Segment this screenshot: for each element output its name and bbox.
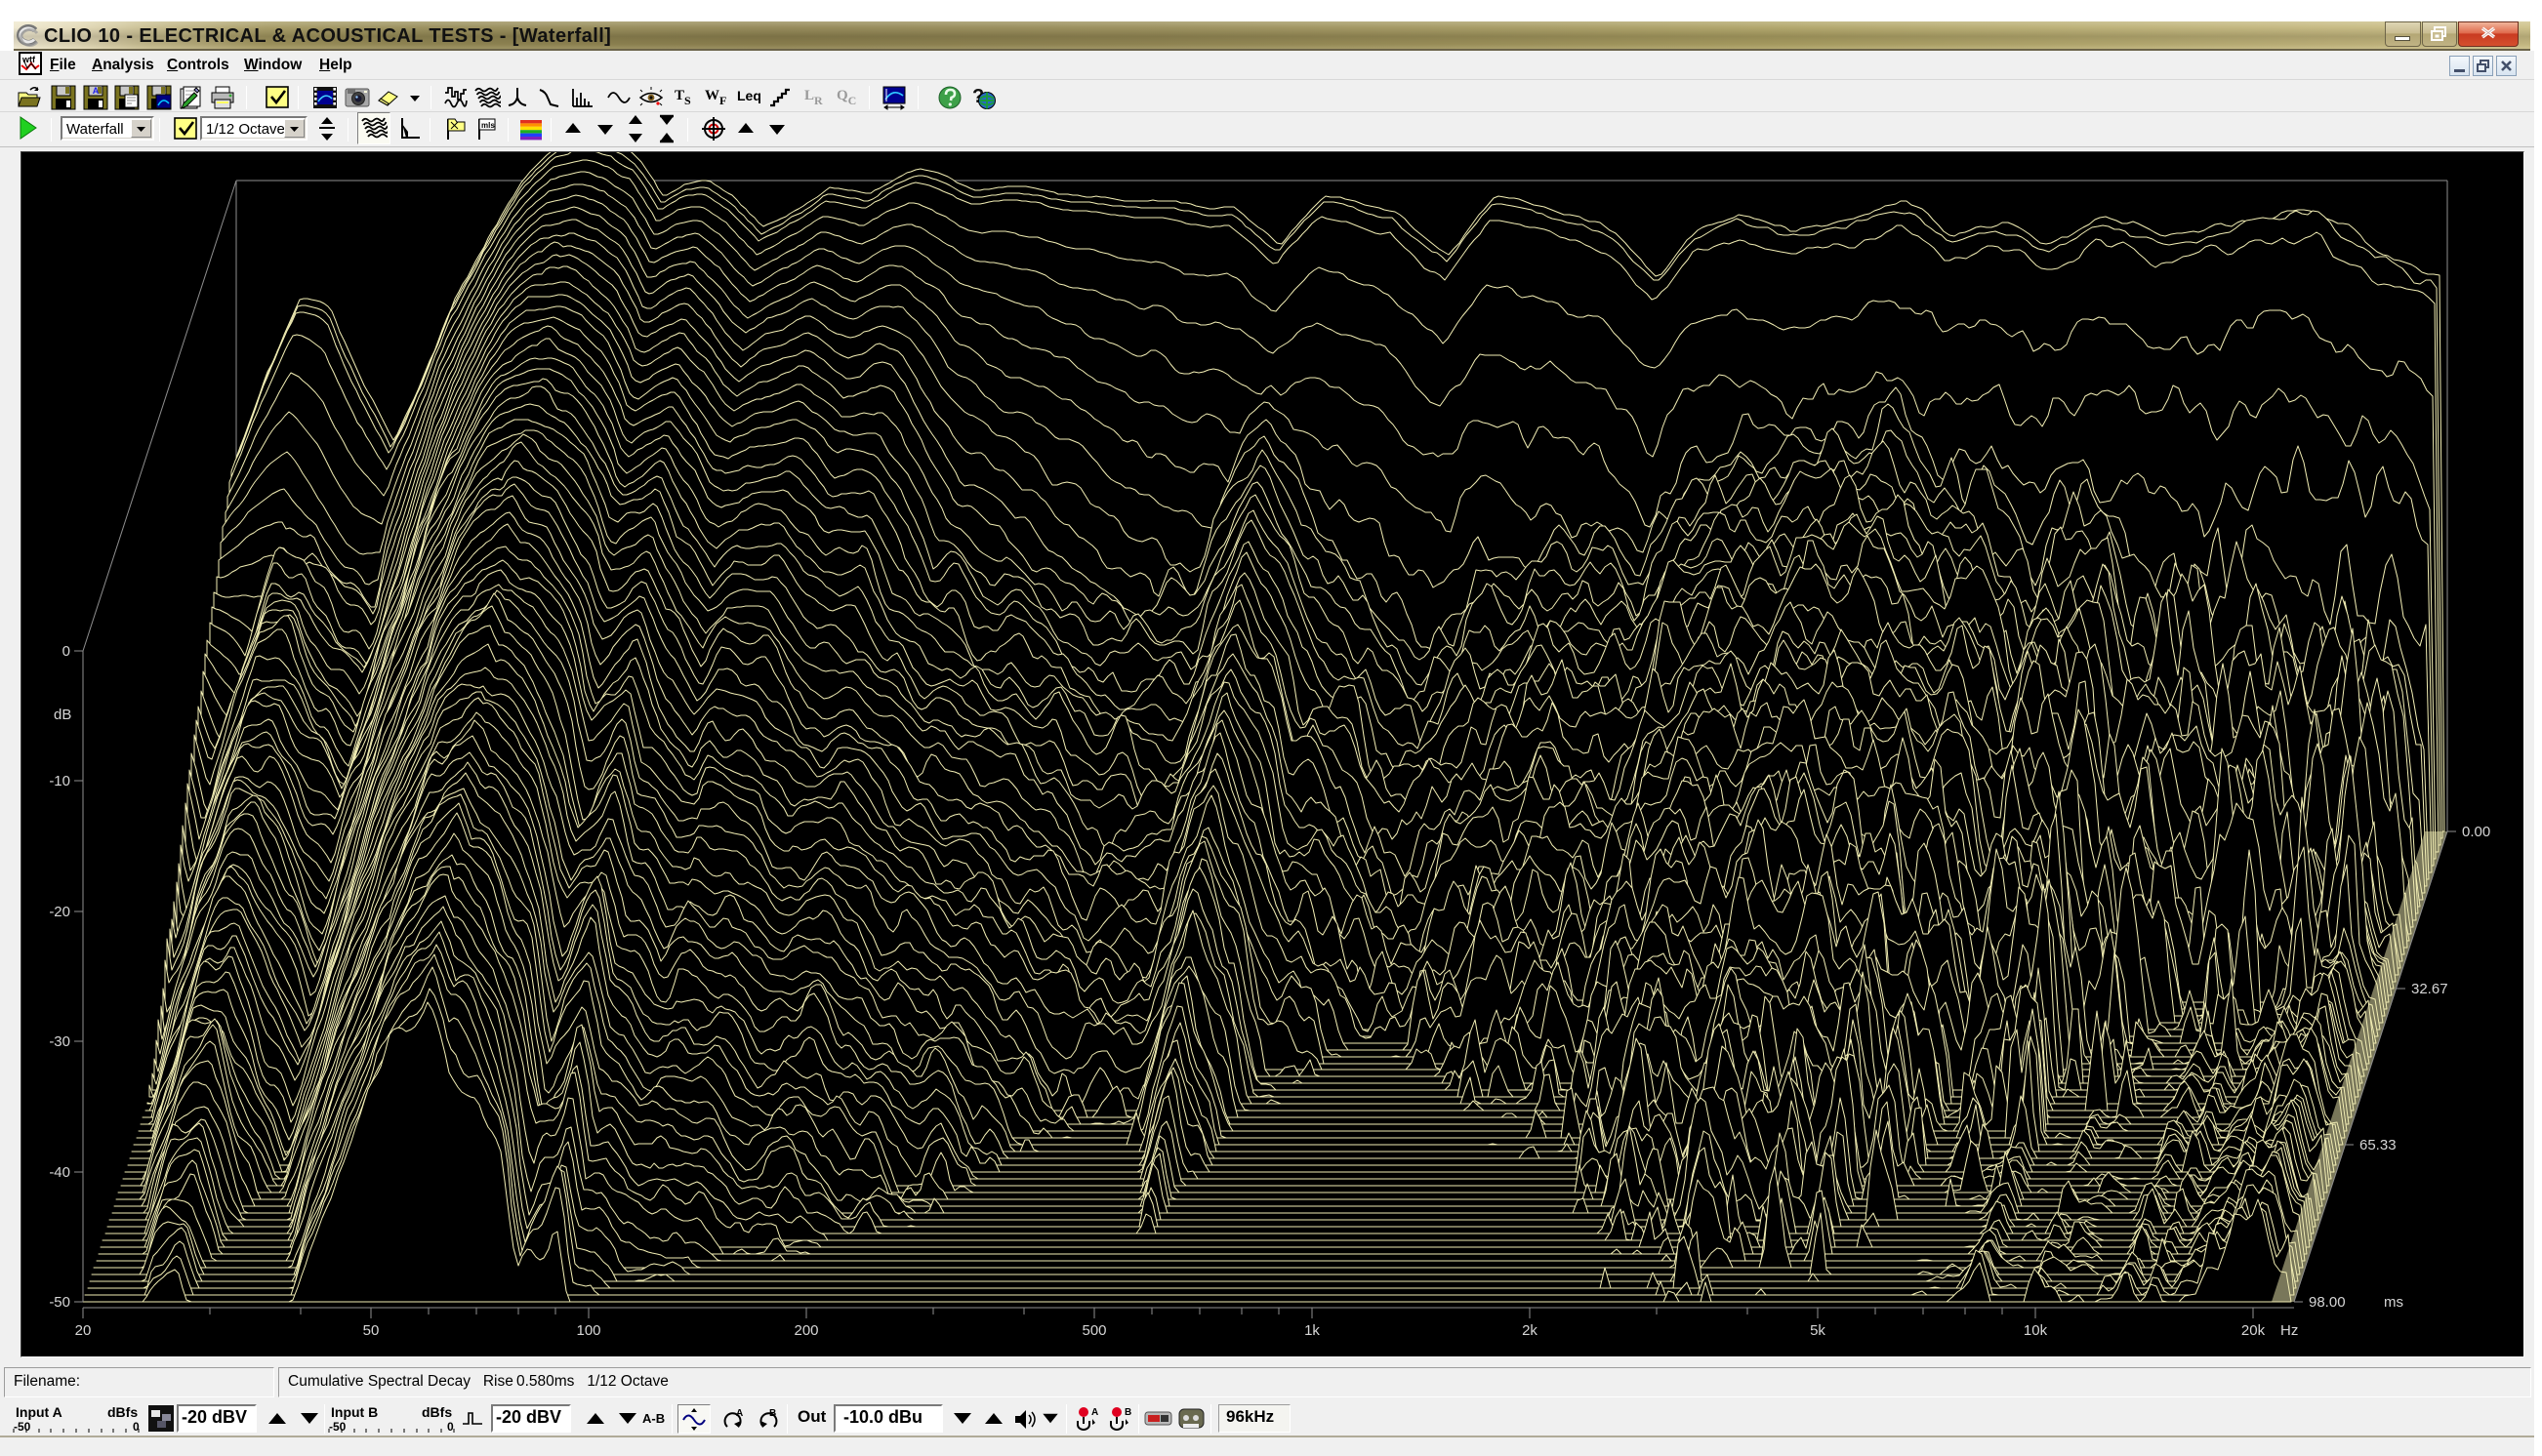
svg-text:Hz: Hz xyxy=(2280,1322,2298,1339)
svg-text:dB: dB xyxy=(54,707,71,723)
svg-text:A: A xyxy=(736,1408,743,1419)
svg-text:A: A xyxy=(93,86,100,96)
svg-text:-50: -50 xyxy=(49,1294,70,1311)
svg-text:1k: 1k xyxy=(1304,1322,1320,1339)
svg-text:A: A xyxy=(1091,1407,1098,1418)
svg-text:-20: -20 xyxy=(49,904,70,920)
svg-text:100: 100 xyxy=(576,1322,600,1339)
svg-text:0.00: 0.00 xyxy=(2462,824,2490,840)
svg-text:mls: mls xyxy=(481,121,495,130)
svg-text:5k: 5k xyxy=(1810,1322,1825,1339)
svg-text:200: 200 xyxy=(794,1322,818,1339)
svg-text:98.00: 98.00 xyxy=(2309,1294,2346,1311)
svg-text:-40: -40 xyxy=(49,1164,70,1181)
svg-text:B: B xyxy=(769,1408,776,1419)
svg-text:20k: 20k xyxy=(2241,1322,2266,1339)
svg-text:500: 500 xyxy=(1082,1322,1106,1339)
svg-text:ms: ms xyxy=(2384,1294,2403,1311)
svg-text:20: 20 xyxy=(75,1322,92,1339)
svg-text:10k: 10k xyxy=(2024,1322,2048,1339)
svg-text:32.67: 32.67 xyxy=(2411,981,2448,997)
svg-text:-30: -30 xyxy=(49,1033,70,1050)
svg-text:65.33: 65.33 xyxy=(2359,1137,2397,1153)
svg-text:B: B xyxy=(1125,1407,1131,1418)
svg-text:50: 50 xyxy=(363,1322,380,1339)
svg-text:0: 0 xyxy=(62,643,70,660)
svg-text:2k: 2k xyxy=(1522,1322,1538,1339)
svg-text:-10: -10 xyxy=(49,773,70,789)
